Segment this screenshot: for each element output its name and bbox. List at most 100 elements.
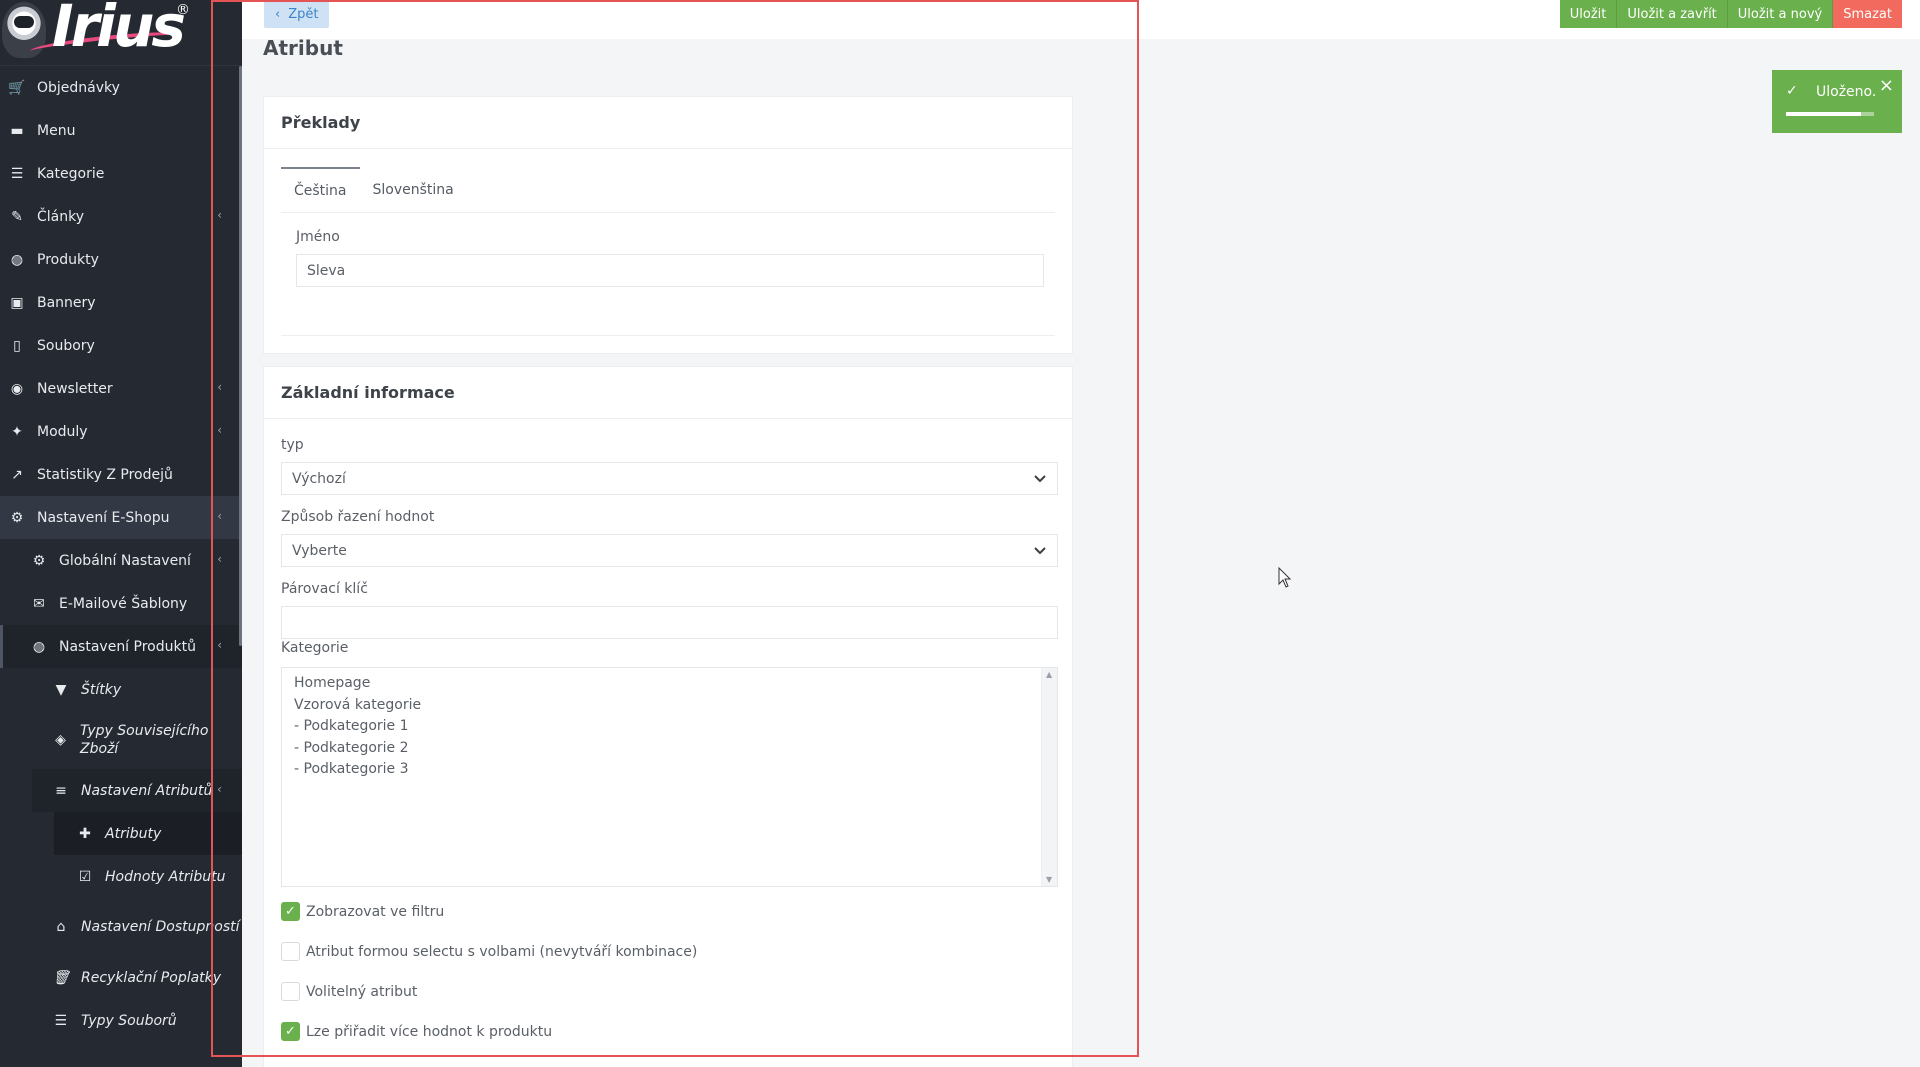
save-and-close-button[interactable]: Uložit a zavřít	[1617, 0, 1728, 28]
sort-select[interactable]: Vyberte	[281, 534, 1058, 567]
sidebar-item-label: Menu	[37, 122, 76, 139]
sidebar-item-2[interactable]: ☰ Kategorie	[0, 152, 242, 195]
divider	[281, 335, 1055, 336]
sidebar-item-14[interactable]: ▼ Štítky	[0, 668, 242, 711]
sidebar-item-9[interactable]: ↗ Statistiky Z Prodejů	[0, 453, 242, 496]
checkbox-checked[interactable]: ✓	[281, 902, 300, 921]
sidebar-item-7[interactable]: ◉ Newsletter ‹	[0, 367, 242, 410]
sliders-icon: ≡	[55, 782, 67, 799]
delete-button[interactable]: Smazat	[1833, 0, 1902, 28]
check-icon: ✓	[1786, 83, 1798, 99]
sidebar-item-17[interactable]: ✚ Atributy	[54, 812, 242, 855]
save-and-new-button[interactable]: Uložit a nový	[1727, 0, 1834, 28]
chevron-down-icon	[1034, 547, 1046, 555]
sidebar-item-8[interactable]: ✦ Moduly ‹	[0, 410, 242, 453]
tab-slovak[interactable]: Slovenština	[360, 167, 467, 213]
sidebar-item-19[interactable]: ⌂ Nastavení Dostupností	[0, 898, 242, 956]
pair-key-label: Párovací klíč	[281, 581, 368, 597]
toast-message: Uloženo.	[1816, 84, 1877, 100]
sidebar-item-label: Hodnoty Atributu	[105, 868, 226, 885]
category-option[interactable]: - Podkategorie 1	[294, 716, 1045, 738]
category-option[interactable]: Homepage	[294, 673, 1045, 695]
sort-label: Způsob řazení hodnot	[281, 509, 435, 525]
pencil-icon: ✎	[11, 208, 23, 225]
sidebar-nav: 🛒 Objednávky ▬ Menu ☰ Kategorie ✎ Články ‹ ◍ Produ…	[0, 66, 242, 1042]
scroll-up-icon[interactable]: ▲	[1046, 670, 1052, 679]
logo-registered-mark: ®	[176, 2, 190, 18]
sidebar-item-label: Recyklační Poplatky	[81, 969, 222, 986]
checkbox-checked[interactable]: ✓	[281, 1022, 300, 1041]
sidebar-item-0[interactable]: 🛒 Objednávky	[0, 66, 242, 109]
sidebar-scrollbar[interactable]	[239, 66, 242, 646]
chevron-left-icon: ‹	[217, 782, 222, 796]
cogs-icon: ⚙	[10, 509, 24, 526]
type-select[interactable]: Výchozí	[281, 462, 1058, 495]
checkbox-unchecked[interactable]	[281, 942, 300, 961]
checkbox-row[interactable]: ✓ Lze přiřadit více hodnot k produktu	[281, 1022, 552, 1041]
file-icon: ▯	[13, 337, 21, 354]
checkbox-label: Lze přiřadit více hodnot k produktu	[306, 1023, 553, 1040]
save-button[interactable]: Uložit	[1559, 0, 1618, 28]
checkbox-unchecked[interactable]	[281, 982, 300, 1001]
image-icon: ▣	[10, 294, 24, 311]
bookmark-icon: ▼	[55, 681, 67, 698]
name-input[interactable]: Sleva	[296, 254, 1044, 287]
sidebar-item-6[interactable]: ▯ Soubory	[0, 324, 242, 367]
category-options: Homepage Vzorová kategorie - Podkategorie …	[294, 673, 1045, 781]
sidebar: Irius ® 🛒 Objednávky ▬ Menu ☰ Kategorie ✎ Článk…	[0, 0, 242, 1067]
sidebar-item-label: Globální Nastavení	[59, 552, 191, 569]
checkbox-label: Volitelný atribut	[306, 983, 418, 1000]
listbox-scrollbar[interactable]: ▲ ▼	[1041, 668, 1057, 886]
sidebar-item-11[interactable]: ⚙ Globální Nastavení ‹	[0, 539, 242, 582]
name-label: Jméno	[296, 229, 340, 245]
sidebar-item-16[interactable]: ≡ Nastavení Atributů ‹	[32, 769, 242, 812]
checkbox-row[interactable]: ✓ Zobrazovat ve filtru	[281, 902, 444, 921]
sidebar-item-label: Newsletter	[37, 380, 113, 397]
chart-line-icon: ↗	[11, 466, 23, 483]
puzzle-icon: ✦	[11, 423, 23, 440]
sidebar-item-10[interactable]: ⚙ Nastavení E-Shopu ‹	[0, 496, 242, 539]
sidebar-item-5[interactable]: ▣ Bannery	[0, 281, 242, 324]
category-option[interactable]: - Podkategorie 3	[294, 759, 1045, 781]
category-multiselect[interactable]: Homepage Vzorová kategorie - Podkategorie …	[281, 667, 1058, 887]
sidebar-item-label: Nastavení Produktů	[59, 638, 196, 655]
sidebar-item-18[interactable]: ☑ Hodnoty Atributu	[0, 855, 242, 898]
translations-header: Překlady	[264, 97, 1072, 149]
sidebar-item-13[interactable]: ◍ Nastavení Produktů ‹	[0, 625, 242, 668]
sidebar-item-label: Produkty	[37, 251, 99, 268]
chevron-left-icon: ‹	[217, 208, 222, 222]
sidebar-item-3[interactable]: ✎ Články ‹	[0, 195, 242, 238]
sidebar-item-20[interactable]: 🗑 Recyklační Poplatky	[0, 956, 242, 999]
pair-key-input[interactable]	[281, 606, 1058, 639]
logo[interactable]: Irius ®	[0, 0, 242, 66]
category-option[interactable]: Vzorová kategorie	[294, 695, 1045, 717]
sidebar-item-label: Štítky	[81, 681, 122, 698]
checkbox-row[interactable]: Volitelný atribut	[281, 982, 417, 1001]
checkbox-icon: ☑	[78, 868, 92, 885]
sidebar-item-15[interactable]: ◈ Typy Souvisejícího Zboží	[0, 711, 242, 769]
sidebar-item-label: Bannery	[37, 294, 96, 311]
sort-select-value: Vyberte	[292, 542, 347, 559]
sidebar-item-1[interactable]: ▬ Menu	[0, 109, 242, 152]
category-label: Kategorie	[281, 640, 349, 656]
scroll-down-icon[interactable]: ▼	[1046, 875, 1052, 884]
chevron-down-icon	[1034, 475, 1046, 483]
sidebar-item-4[interactable]: ◍ Produkty	[0, 238, 242, 281]
sidebar-item-12[interactable]: ✉ E-Mailové Šablony	[0, 582, 242, 625]
check-icon: ✓	[285, 1024, 296, 1039]
close-icon[interactable]: ×	[1879, 75, 1894, 96]
chevron-left-icon: ‹	[217, 552, 222, 566]
plus-icon: ✚	[79, 825, 91, 842]
page-title: Atribut	[263, 36, 343, 60]
sidebar-item-label: Atributy	[105, 825, 162, 842]
checkbox-label: Zobrazovat ve filtru	[306, 903, 445, 920]
chevron-left-icon: ‹	[217, 638, 222, 652]
sidebar-item-label: Statistiky Z Prodejů	[37, 466, 173, 483]
category-option[interactable]: - Podkategorie 2	[294, 738, 1045, 760]
folder-icon: ▬	[10, 122, 24, 139]
checkbox-row[interactable]: Atribut formou selectu s volbami (nevytv…	[281, 942, 697, 961]
back-button[interactable]: ‹ Zpět	[264, 1, 330, 28]
checkbox-label: Atribut formou selectu s volbami (nevytv…	[306, 943, 698, 960]
sidebar-item-21[interactable]: ☰ Typy Souborů	[0, 999, 242, 1042]
tab-czech[interactable]: Čeština	[281, 167, 360, 213]
